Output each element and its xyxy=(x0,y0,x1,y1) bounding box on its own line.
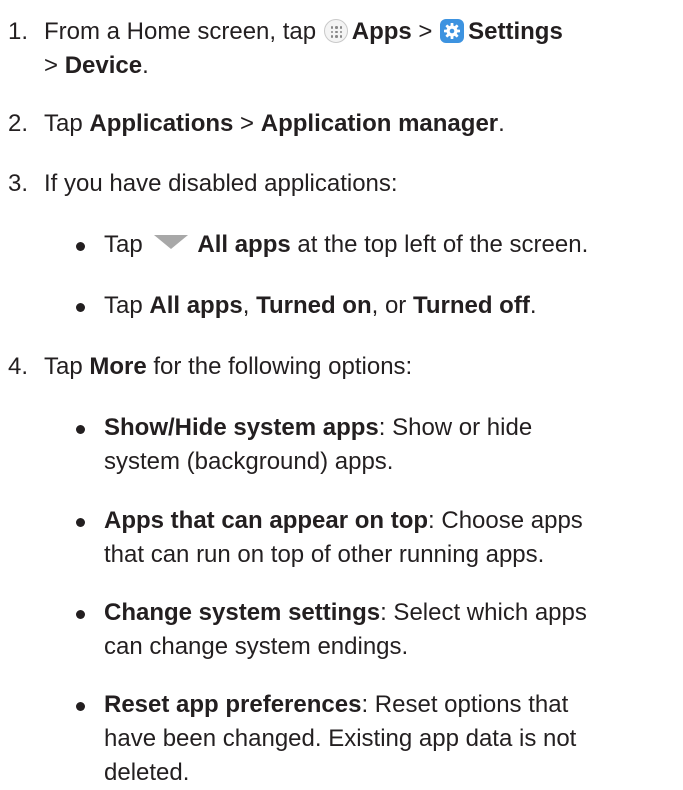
step-number: 2. xyxy=(8,110,29,137)
dropdown-triangle-icon xyxy=(154,235,189,249)
bullet-dot xyxy=(76,242,85,251)
step-text: Tap More for the following options: xyxy=(44,353,413,380)
step-text: If you have disabled applications: xyxy=(44,170,398,197)
step-number: 3. xyxy=(8,170,29,197)
apps-label: Apps xyxy=(351,18,412,45)
bullet-dot xyxy=(76,425,85,434)
device-label: Device xyxy=(64,52,143,79)
apps-grid-icon xyxy=(323,19,348,43)
step-number: 1. xyxy=(8,18,29,45)
step-number: 4. xyxy=(8,353,29,380)
step-text: From a Home screen, tap Apps > Settings >… xyxy=(44,18,563,79)
bullet-dot xyxy=(76,702,85,711)
bullet-dot xyxy=(76,303,85,312)
bullet-dot xyxy=(76,610,85,619)
step-text: Tap Applications > Application manager. xyxy=(44,110,505,137)
instructions-page: 1. From a Home screen, tap Apps > Settin… xyxy=(0,0,683,786)
settings-label: Settings xyxy=(468,18,563,45)
bullet-dot xyxy=(76,518,85,527)
settings-gear-icon xyxy=(440,19,465,43)
